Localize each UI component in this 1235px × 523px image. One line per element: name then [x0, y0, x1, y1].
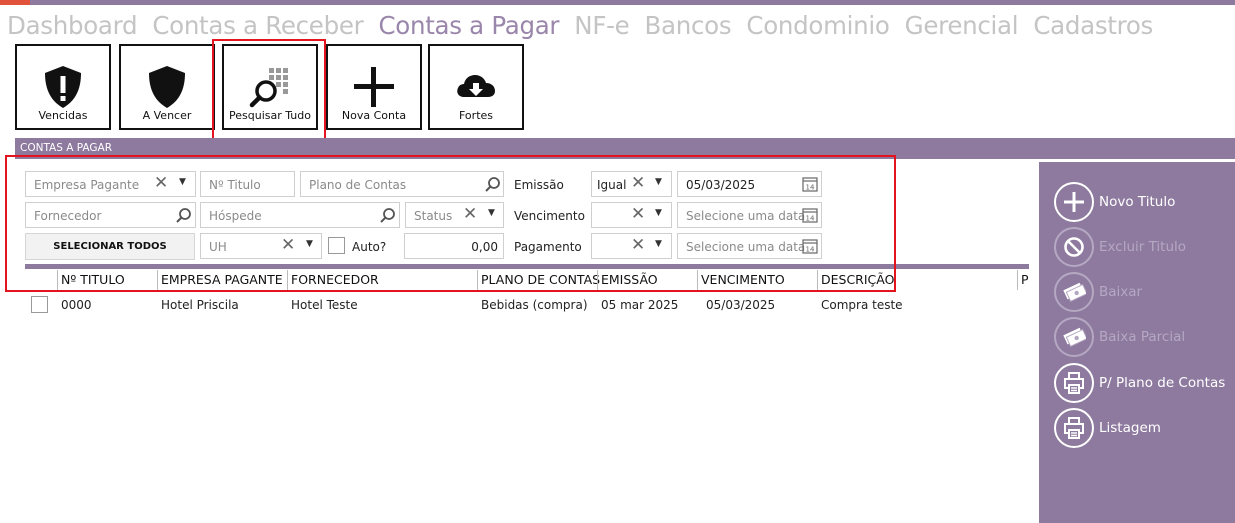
listagem-button[interactable]: Listagem: [1054, 408, 1234, 448]
highlight-filters: [5, 155, 896, 292]
cell-plano: Bebidas (compra): [481, 298, 588, 312]
baixar-button[interactable]: Baixar: [1054, 272, 1234, 312]
nav-cadastros[interactable]: Cadastros: [1033, 11, 1153, 40]
cloud-download-icon: [457, 75, 495, 97]
nav-contas-a-pagar[interactable]: Contas a Pagar: [378, 11, 559, 40]
nav-condominio[interactable]: Condominio: [746, 11, 889, 40]
nav-dashboard[interactable]: Dashboard: [7, 11, 138, 40]
nav-bancos[interactable]: Bancos: [645, 11, 732, 40]
novo-titulo-label: Novo Titulo: [1099, 194, 1176, 210]
plano-contas-report-label: P/ Plano de Contas: [1099, 375, 1226, 391]
vencidas-button[interactable]: Vencidas: [15, 44, 111, 130]
fortes-label: Fortes: [459, 109, 493, 122]
baixa-parcial-label: Baixa Parcial: [1099, 329, 1186, 345]
baixa-parcial-button[interactable]: Baixa Parcial: [1054, 317, 1234, 357]
section-title: CONTAS A PAGAR: [20, 142, 113, 154]
main-nav: Dashboard Contas a Receber Contas a Paga…: [7, 11, 1163, 43]
highlight-pesquisar-tudo: [212, 39, 326, 144]
excluir-titulo-button[interactable]: Excluir Titulo: [1054, 227, 1234, 267]
novo-titulo-button[interactable]: Novo Titulo: [1054, 182, 1234, 222]
printer-icon: [1064, 417, 1084, 439]
money-icon: [1063, 327, 1086, 347]
cell-emissao: 05 mar 2025: [601, 298, 679, 312]
warning-shield-icon: [45, 66, 81, 108]
cell-empresa: Hotel Priscila: [161, 298, 239, 312]
cell-descricao: Compra teste: [821, 298, 903, 312]
plano-contas-report-button[interactable]: P/ Plano de Contas: [1054, 363, 1234, 403]
a-vencer-button[interactable]: A Vencer: [119, 44, 215, 130]
nova-conta-label: Nova Conta: [341, 109, 407, 122]
printer-icon: [1064, 372, 1084, 394]
block-icon: [1064, 237, 1084, 257]
vencidas-label: Vencidas: [38, 109, 88, 122]
cell-vencimento: 05/03/2025: [706, 298, 776, 312]
app-corner-logo: [0, 0, 30, 5]
plus-icon: [354, 67, 394, 107]
fortes-button[interactable]: Fortes: [428, 44, 524, 130]
nav-gerencial[interactable]: Gerencial: [905, 11, 1019, 40]
nav-contas-a-receber[interactable]: Contas a Receber: [152, 11, 363, 40]
nova-conta-button[interactable]: Nova Conta: [326, 44, 422, 130]
a-vencer-label: A Vencer: [142, 109, 192, 122]
cell-fornecedor: Hotel Teste: [291, 298, 358, 312]
actions-panel: Novo Titulo Excluir Titulo Baixar Baixa …: [1039, 162, 1235, 523]
baixar-label: Baixar: [1099, 284, 1143, 300]
money-icon: [1063, 282, 1086, 302]
cell-titulo: 0000: [61, 298, 92, 312]
plus-circle-icon: [1064, 192, 1084, 212]
col-header-p[interactable]: P: [1017, 270, 1029, 290]
nav-nfe[interactable]: NF-e: [574, 11, 629, 40]
excluir-titulo-label: Excluir Titulo: [1099, 239, 1187, 255]
window-top-bar: [0, 0, 1235, 5]
row-checkbox[interactable]: [31, 296, 48, 313]
listagem-label: Listagem: [1099, 420, 1161, 436]
shield-icon: [149, 66, 185, 108]
